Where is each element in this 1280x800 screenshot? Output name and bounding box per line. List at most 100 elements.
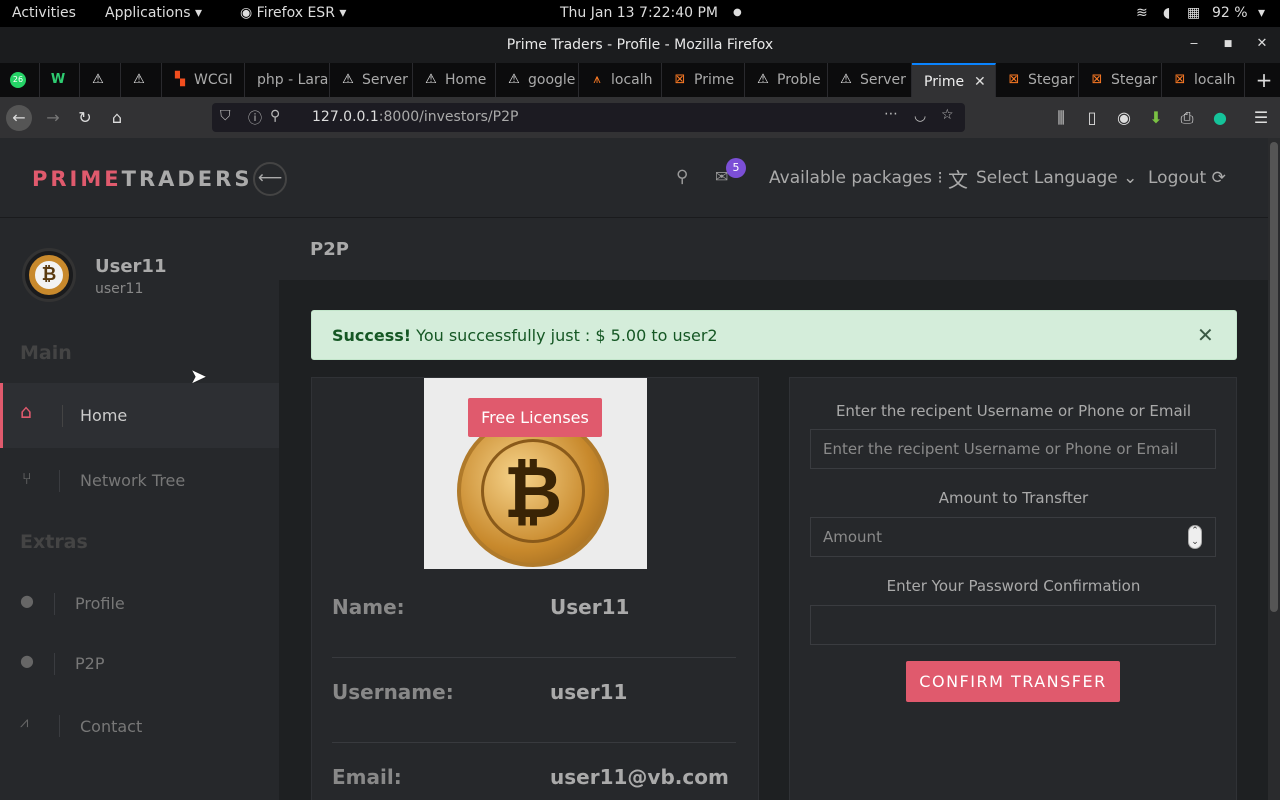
minimize-button[interactable]: ‒ bbox=[1186, 36, 1202, 52]
library-icon[interactable]: ⫼ bbox=[1048, 105, 1074, 131]
page-scrollbar[interactable] bbox=[1268, 138, 1280, 800]
reload-icon[interactable]: ↻ bbox=[72, 105, 98, 131]
home-icon[interactable]: ⌂ bbox=[104, 105, 130, 131]
firefox-esr-label: Firefox ESR bbox=[256, 5, 335, 21]
tab-home[interactable]: ⚠ Home bbox=[413, 63, 496, 97]
sidebar-item-p2p[interactable]: ● P2P bbox=[0, 633, 279, 693]
forward-arrow-icon[interactable]: → bbox=[40, 105, 66, 131]
xampp-icon: ⊠ bbox=[674, 72, 686, 87]
tab-prime-1[interactable]: ⊠ Prime bbox=[662, 63, 745, 97]
tab-php-laravel[interactable]: php - Lara bbox=[245, 63, 330, 97]
amount-stepper[interactable]: ⌃ ⌄ bbox=[1188, 525, 1202, 549]
tab-warning-1[interactable]: ⚠ bbox=[80, 63, 121, 97]
tab-stegano-1[interactable]: ⊠ Stegar bbox=[996, 63, 1079, 97]
logout-label: Logout bbox=[1148, 168, 1207, 188]
sidebar-item-home[interactable]: ⌂ Home bbox=[0, 383, 279, 448]
warning-icon: ⚠ bbox=[342, 72, 354, 87]
xampp-icon: ⊠ bbox=[1174, 72, 1186, 87]
tab-whatsapp[interactable]: 26 bbox=[0, 63, 40, 97]
permissions-icon[interactable]: ⚲ bbox=[270, 108, 280, 124]
confirm-transfer-button[interactable]: CONFIRM TRANSFER bbox=[906, 661, 1120, 702]
tab-label: Prime bbox=[694, 72, 735, 88]
recipient-input[interactable]: Enter the recipent Username or Phone or … bbox=[810, 429, 1216, 469]
wifi-icon[interactable]: ≋ bbox=[1136, 5, 1148, 21]
whatsapp-icon: 26 bbox=[10, 72, 26, 88]
activities-button[interactable]: Activities bbox=[12, 5, 76, 21]
sidebar-item-network-tree[interactable]: ⑂ Network Tree bbox=[0, 448, 279, 513]
bitcoin-coin-icon: ₿ bbox=[457, 415, 609, 567]
sidebar-item-contact[interactable]: ⩘ Contact bbox=[0, 693, 279, 758]
clock[interactable]: Thu Jan 13 7:22:40 PM bbox=[560, 5, 718, 21]
close-tab-icon[interactable]: ✕ bbox=[974, 65, 986, 97]
tab-server-1[interactable]: ⚠ Server bbox=[330, 63, 413, 97]
user-icon: ● bbox=[20, 651, 34, 670]
tab-label: Server bbox=[362, 72, 408, 88]
sidebar-toggle-icon[interactable]: ▯ bbox=[1079, 105, 1105, 131]
warning-icon: ⚠ bbox=[133, 72, 145, 87]
user-display-name: User11 bbox=[95, 256, 167, 277]
logout-button[interactable]: Logout ⟳ bbox=[1148, 168, 1226, 188]
tab-warning-2[interactable]: ⚠ bbox=[121, 63, 162, 97]
available-packages-menu[interactable]: Available packages ⁝ bbox=[769, 168, 943, 188]
info-icon[interactable]: ⓘ bbox=[248, 108, 262, 128]
select-language-dropdown[interactable]: Select Language ⌄ bbox=[976, 168, 1137, 188]
url-bar[interactable]: ⛉ ⓘ ⚲ 127.0.0.1:8000/investors/P2P ⋯ ◡ ☆ bbox=[212, 103, 965, 132]
applications-menu[interactable]: Applications ▾ bbox=[105, 5, 202, 21]
volume-icon[interactable]: ◖ bbox=[1163, 5, 1170, 21]
hamburger-menu-icon[interactable]: ☰ bbox=[1248, 105, 1274, 131]
tab-server-2[interactable]: ⚠ Server bbox=[828, 63, 912, 97]
alert-strong: Success! bbox=[332, 326, 412, 345]
page-title-bar: P2P bbox=[279, 218, 1268, 280]
page-actions-icon[interactable]: ⋯ bbox=[884, 106, 898, 122]
tab-stegano-2[interactable]: ⊠ Stegar bbox=[1079, 63, 1162, 97]
vpn-icon[interactable]: ▦ bbox=[1187, 5, 1200, 21]
collapse-sidebar-button[interactable]: ⟵ bbox=[253, 162, 287, 196]
new-tab-button[interactable]: + bbox=[1248, 63, 1280, 97]
transfer-form-card: Enter the recipent Username or Phone or … bbox=[789, 377, 1237, 800]
bookmark-star-icon[interactable]: ☆ bbox=[941, 107, 954, 123]
tab-localhost-2[interactable]: ⊠ localh bbox=[1162, 63, 1245, 97]
system-menu-chevron-icon[interactable]: ▾ bbox=[1258, 5, 1265, 21]
xampp-icon: ⩚ bbox=[593, 72, 601, 87]
account-icon[interactable]: ◉ bbox=[1111, 105, 1137, 131]
tab-problem[interactable]: ⚠ Proble bbox=[745, 63, 828, 97]
password-input[interactable] bbox=[810, 605, 1216, 645]
shield-icon[interactable]: ⛉ bbox=[220, 108, 231, 124]
close-alert-icon[interactable]: ✕ bbox=[1197, 323, 1214, 347]
tab-localhost-1[interactable]: ⩚ localh bbox=[579, 63, 662, 97]
pocket-icon[interactable]: ◡ bbox=[914, 108, 926, 124]
tab-label: localh bbox=[1194, 72, 1236, 88]
recipient-label: Enter the recipent Username or Phone or … bbox=[835, 402, 1192, 420]
user-icon: ● bbox=[20, 591, 34, 610]
battery-percent[interactable]: 92 % bbox=[1212, 5, 1248, 21]
tab-wcgi[interactable]: ▚ WCGI bbox=[162, 63, 245, 97]
scrollbar-thumb[interactable] bbox=[1270, 142, 1278, 612]
close-window-button[interactable]: ✕ bbox=[1254, 36, 1270, 52]
download-icon[interactable]: ⬇ bbox=[1143, 105, 1169, 131]
free-licenses-button[interactable]: Free Licenses bbox=[468, 398, 602, 437]
site-logo[interactable]: PRIMETRADERS bbox=[32, 167, 252, 191]
site-header: PRIMETRADERS ⟵ ⚲ ✉ 5 Available packages … bbox=[0, 138, 1268, 218]
firefox-esr-menu[interactable]: ◉ Firefox ESR ▾ bbox=[240, 5, 346, 21]
screenshot-icon[interactable]: ⎙ bbox=[1174, 105, 1200, 131]
main-content: P2P Success! You successfully just : $ 5… bbox=[279, 218, 1268, 800]
divider bbox=[59, 715, 60, 737]
select-language-label: Select Language bbox=[976, 168, 1118, 188]
warning-icon: ⚠ bbox=[425, 72, 437, 87]
bitcoin-symbol: ₿ bbox=[481, 439, 585, 543]
maximize-button[interactable]: ■ bbox=[1220, 36, 1236, 52]
url-text[interactable]: 127.0.0.1:8000/investors/P2P bbox=[312, 109, 518, 125]
avatar[interactable]: ₿ bbox=[22, 248, 76, 302]
profile-row-email: Email: user11@vb.com bbox=[332, 743, 736, 800]
tab-prime-active[interactable]: Prime ✕ bbox=[912, 63, 996, 97]
amount-input[interactable]: Amount ⌃ ⌄ bbox=[810, 517, 1216, 557]
xampp-icon: ⊠ bbox=[1008, 72, 1020, 87]
tab-w[interactable]: W bbox=[40, 63, 80, 97]
window-title: Prime Traders - Profile - Mozilla Firefo… bbox=[506, 37, 774, 53]
sidebar-item-label: Contact bbox=[80, 717, 143, 736]
tab-google[interactable]: ⚠ google bbox=[496, 63, 579, 97]
back-arrow-icon[interactable]: ← bbox=[6, 105, 32, 131]
grammarly-icon[interactable]: ● bbox=[1207, 105, 1233, 131]
sidebar-item-profile[interactable]: ● Profile bbox=[0, 573, 279, 633]
search-icon[interactable]: ⚲ bbox=[676, 167, 688, 187]
